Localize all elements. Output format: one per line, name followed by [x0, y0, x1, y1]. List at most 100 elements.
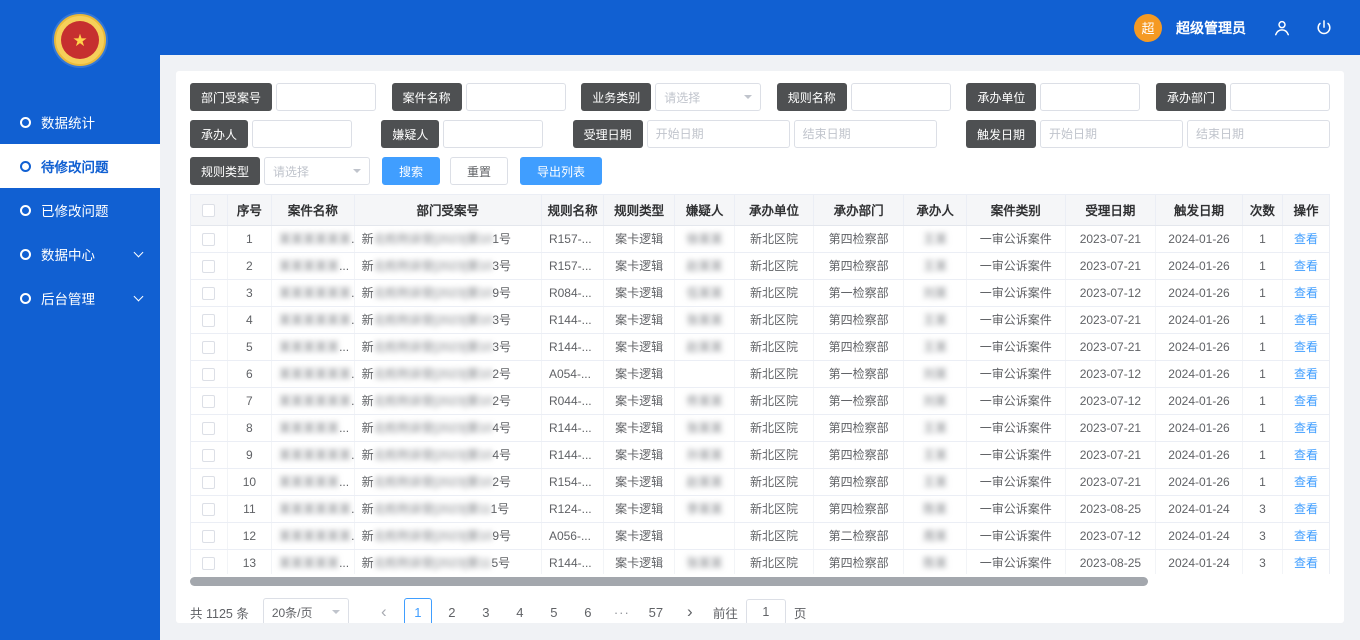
sidebar-item-data-center[interactable]: 数据中心 — [0, 232, 160, 276]
cell-rule-type: 案卡逻辑 — [604, 360, 674, 387]
power-icon[interactable] — [1310, 14, 1338, 42]
view-link[interactable]: 查看 — [1294, 475, 1318, 489]
dept-input[interactable] — [1230, 83, 1330, 111]
trigger-date-start-input[interactable] — [1040, 120, 1183, 148]
row-checkbox[interactable] — [202, 287, 215, 300]
pager-page-4[interactable]: 4 — [506, 598, 534, 623]
next-page-button[interactable]: › — [676, 598, 704, 623]
export-button[interactable]: 导出列表 — [520, 157, 602, 185]
handler-input[interactable] — [252, 120, 352, 148]
cell-case-no: 新北检刑诉受[2023]第101号 — [354, 225, 541, 252]
cell-rule-type: 案卡逻辑 — [604, 549, 674, 574]
row-checkbox[interactable] — [202, 503, 215, 516]
row-checkbox[interactable] — [202, 422, 215, 435]
header-rule-name: 规则名称 — [541, 195, 603, 225]
app-root: ★ 数据统计待修改问题已修改问题数据中心后台管理 超 超级管理员 — [0, 0, 1360, 640]
cell-trigger-date: 2024-01-26 — [1156, 468, 1243, 495]
reset-button[interactable]: 重置 — [450, 157, 508, 185]
view-link[interactable]: 查看 — [1294, 421, 1318, 435]
row-checkbox[interactable] — [202, 476, 215, 489]
pager-page-5[interactable]: 5 — [540, 598, 568, 623]
sidebar-item-data-statistics[interactable]: 数据统计 — [0, 100, 160, 144]
cell-rule-type: 案卡逻辑 — [604, 333, 674, 360]
view-link[interactable]: 查看 — [1294, 448, 1318, 462]
cell-case-no: 新北检刑诉受[2023]第111号 — [354, 495, 541, 522]
accept-date-end-input[interactable] — [794, 120, 937, 148]
unit-input[interactable] — [1040, 83, 1140, 111]
row-checkbox[interactable] — [202, 530, 215, 543]
view-link[interactable]: 查看 — [1294, 394, 1318, 408]
row-checkbox[interactable] — [202, 233, 215, 246]
row-checkbox[interactable] — [202, 449, 215, 462]
row-checkbox[interactable] — [202, 395, 215, 408]
cell-index: 7 — [227, 387, 271, 414]
view-link[interactable]: 查看 — [1294, 286, 1318, 300]
biz-type-select[interactable]: 请选择 — [655, 83, 761, 111]
cell-category: 一审公诉案件 — [966, 360, 1065, 387]
suspect-input[interactable] — [443, 120, 543, 148]
cell-action: 查看 — [1283, 306, 1329, 333]
view-link[interactable]: 查看 — [1294, 502, 1318, 516]
view-link[interactable]: 查看 — [1294, 259, 1318, 273]
view-link[interactable]: 查看 — [1294, 367, 1318, 381]
sidebar-item-pending-issues[interactable]: 待修改问题 — [0, 144, 160, 188]
cell-accept-date: 2023-07-21 — [1065, 441, 1156, 468]
cell-suspect — [674, 360, 734, 387]
pager-page-57[interactable]: 57 — [642, 598, 670, 623]
cell-action: 查看 — [1283, 414, 1329, 441]
rule-type-select[interactable]: 请选择 — [264, 157, 370, 185]
user-icon[interactable] — [1268, 14, 1296, 42]
pager-ellipsis: ··· — [608, 598, 636, 623]
goto-page-input[interactable] — [746, 599, 786, 623]
cell-suspect: 李某某 — [674, 495, 734, 522]
table-row: 3某某某某某某...新北检刑诉受[2023]第109号R084-...案卡逻辑伍… — [191, 279, 1329, 306]
filter-case-name: 案件名称 — [392, 83, 566, 111]
row-checkbox-cell — [191, 225, 227, 252]
view-link[interactable]: 查看 — [1294, 313, 1318, 327]
sidebar-item-admin[interactable]: 后台管理 — [0, 276, 160, 320]
row-checkbox[interactable] — [202, 341, 215, 354]
cell-index: 13 — [227, 549, 271, 574]
cell-index: 12 — [227, 522, 271, 549]
page-size-select[interactable]: 20条/页 — [263, 598, 349, 623]
prev-page-button[interactable]: ‹ — [370, 598, 398, 623]
row-checkbox-cell — [191, 468, 227, 495]
cell-handler: 王某 — [904, 468, 966, 495]
search-button[interactable]: 搜索 — [382, 157, 440, 185]
cell-rule-type: 案卡逻辑 — [604, 414, 674, 441]
select-all-checkbox[interactable] — [202, 204, 215, 217]
pager-page-3[interactable]: 3 — [472, 598, 500, 623]
row-checkbox[interactable] — [202, 368, 215, 381]
row-checkbox[interactable] — [202, 557, 215, 570]
cell-unit: 新北区院 — [735, 414, 814, 441]
scrollbar-thumb[interactable] — [190, 577, 1148, 586]
cell-count: 1 — [1242, 279, 1282, 306]
sidebar: ★ 数据统计待修改问题已修改问题数据中心后台管理 — [0, 0, 160, 640]
pager-page-2[interactable]: 2 — [438, 598, 466, 623]
view-link[interactable]: 查看 — [1294, 340, 1318, 354]
sidebar-item-modified-issues[interactable]: 已修改问题 — [0, 188, 160, 232]
view-link[interactable]: 查看 — [1294, 529, 1318, 543]
cell-rule-name: R144-... — [541, 549, 603, 574]
row-checkbox[interactable] — [202, 314, 215, 327]
dept-case-no-input[interactable] — [276, 83, 376, 111]
cell-count: 3 — [1242, 522, 1282, 549]
cell-case-name: 某某某某某某... — [272, 387, 355, 414]
pager-page-6[interactable]: 6 — [574, 598, 602, 623]
filter-rule-type: 规则类型 请选择 — [190, 157, 370, 185]
avatar[interactable]: 超 — [1134, 14, 1162, 42]
row-checkbox[interactable] — [202, 260, 215, 273]
accept-date-start-input[interactable] — [647, 120, 790, 148]
pager-page-1[interactable]: 1 — [404, 598, 432, 623]
trigger-date-end-input[interactable] — [1187, 120, 1330, 148]
case-name-input[interactable] — [466, 83, 566, 111]
view-link[interactable]: 查看 — [1294, 556, 1318, 570]
row-checkbox-cell — [191, 549, 227, 574]
cell-unit: 新北区院 — [735, 360, 814, 387]
cell-count: 1 — [1242, 387, 1282, 414]
rule-name-input[interactable] — [851, 83, 951, 111]
view-link[interactable]: 查看 — [1294, 232, 1318, 246]
filter-row-3: 规则类型 请选择 搜索 重置 导出列表 — [190, 157, 1330, 185]
cell-action: 查看 — [1283, 279, 1329, 306]
cell-unit: 新北区院 — [735, 333, 814, 360]
